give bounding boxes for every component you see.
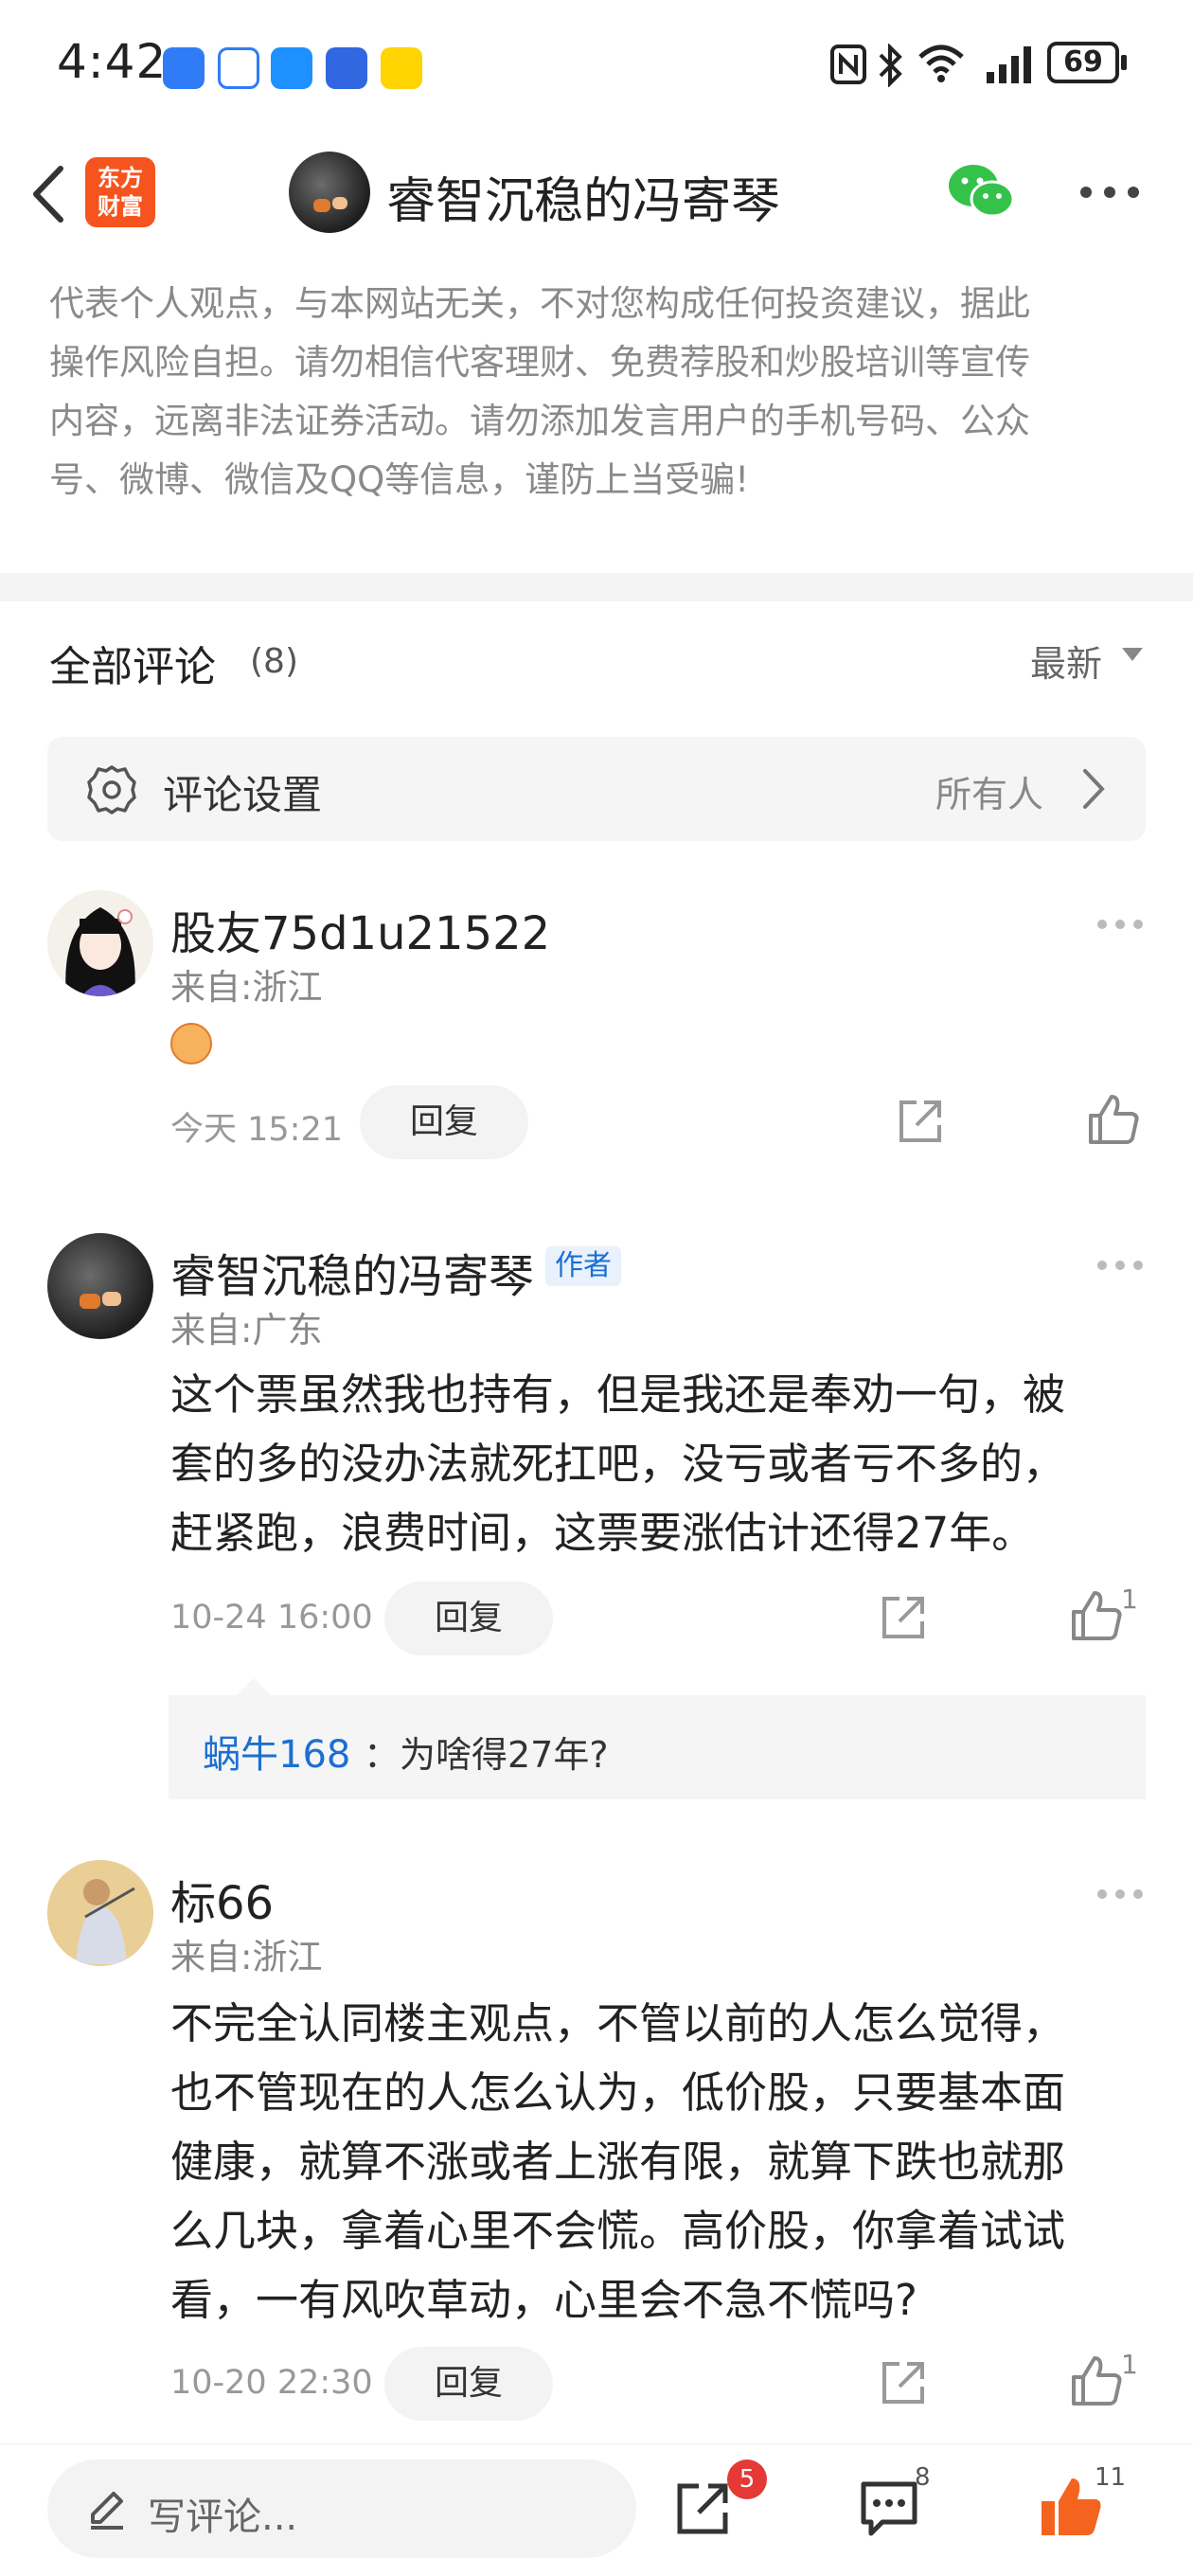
thumbs-up-icon[interactable] xyxy=(1085,1091,1142,1148)
clock: 4:42 xyxy=(57,34,168,89)
comment-settings-label: 评论设置 xyxy=(163,772,323,818)
comment-body: 这个票虽然我也持有，但是我还是奉劝一句，被 套的多的没办法就死扛吧，没亏或者亏不… xyxy=(170,1360,1136,1567)
comment-line: 健康，就算不涨或者上涨有限，就算下跌也就那 xyxy=(170,2137,1066,2187)
signal-icon xyxy=(987,46,1031,83)
comment-line: 赶紧跑，浪费时间，这票要涨估计还得27年。 xyxy=(170,1508,1035,1558)
user-location: 来自:浙江 xyxy=(170,1937,323,1977)
write-comment-input[interactable]: 写评论... xyxy=(47,2460,636,2558)
thumbs-up-icon[interactable] xyxy=(1068,1587,1125,1644)
gear-icon xyxy=(87,765,136,814)
comment-time: 10-20 22:30 xyxy=(170,2364,373,2402)
comment-settings-value: 所有人 xyxy=(935,774,1044,815)
sub-reply-author[interactable]: 蜗牛168 xyxy=(203,1724,350,1779)
disclaimer-line: 操作风险自担。请勿相信代客理财、免费荐股和炒股培训等宣传 xyxy=(49,342,1030,383)
subreply-notch xyxy=(237,1678,271,1695)
comment-icon[interactable] xyxy=(858,2478,920,2539)
more-options-icon[interactable] xyxy=(1096,919,1144,930)
sub-reply-text: ：为啥得27年? xyxy=(364,1734,609,1776)
sort-caret-icon[interactable] xyxy=(1122,648,1143,661)
comment-line: 不完全认同楼主观点，不管以前的人怎么觉得， xyxy=(170,1998,1066,2048)
comment-line: 也不管现在的人怎么认为，低价股，只要基本面 xyxy=(170,2067,1066,2118)
comment-time: 今天 15:21 xyxy=(170,1111,343,1149)
like-count: 1 xyxy=(1121,1583,1138,1615)
comment-settings-row[interactable]: 评论设置 所有人 xyxy=(47,737,1146,841)
logo-line2: 财富 xyxy=(98,193,143,220)
user-name[interactable]: 标66 xyxy=(170,1866,274,1932)
disclaimer-line: 代表个人观点，与本网站无关，不对您构成任何投资建议，据此 xyxy=(49,283,1030,324)
reply-button[interactable]: 回复 xyxy=(384,1582,553,1655)
comment-line: 套的多的没办法就死扛吧，没亏或者亏不多的， xyxy=(170,1439,1066,1489)
sort-dropdown[interactable]: 最新 xyxy=(1030,635,1102,687)
sub-reply[interactable]: 蜗牛168 ：为啥得27年? xyxy=(169,1695,1146,1799)
disclaimer-line: 号、微博、微信及QQ等信息，谨防上当受骗! xyxy=(49,459,750,500)
more-options-icon[interactable] xyxy=(1079,186,1140,199)
more-options-icon[interactable] xyxy=(1096,1888,1144,1900)
thumbs-up-icon[interactable] xyxy=(1068,2352,1125,2409)
author-badge: 作者 xyxy=(545,1246,621,1286)
like-count: 1 xyxy=(1121,2349,1138,2380)
battery-level: 69 xyxy=(1063,45,1103,79)
share-icon[interactable] xyxy=(877,1591,930,1644)
comments-count: (8) xyxy=(250,642,298,681)
comment-count: 8 xyxy=(915,2463,931,2492)
share-badge: 5 xyxy=(727,2460,767,2499)
nav-bar: 东方 财富 睿智沉稳的冯寄琴 xyxy=(0,133,1193,256)
anime-girl-avatar-icon xyxy=(65,907,135,996)
pencil-icon xyxy=(91,2492,123,2530)
disclaimer-line: 内容，远离非法证券活动。请勿添加发言用户的手机号码、公众 xyxy=(49,401,1030,441)
message-icon xyxy=(271,47,312,89)
user-location: 来自:广东 xyxy=(170,1310,323,1351)
gamebox-icon xyxy=(381,47,422,89)
more-options-icon[interactable] xyxy=(1096,1260,1144,1271)
baidu-icon xyxy=(218,47,259,89)
user-avatar[interactable] xyxy=(47,1233,153,1339)
eastmoney-logo[interactable]: 东方 财富 xyxy=(85,157,155,227)
comment-line: 么几块，拿着心里不会慌。高价股，你拿着试试 xyxy=(170,2206,1066,2256)
shield-icon xyxy=(326,47,367,89)
user-name[interactable]: 睿智沉稳的冯寄琴 xyxy=(170,1239,534,1305)
risk-disclaimer: 代表个人观点，与本网站无关，不对您构成任何投资建议，据此 操作风险自担。请勿相信… xyxy=(49,275,1148,510)
share-icon[interactable] xyxy=(877,2356,930,2409)
reply-button[interactable]: 回复 xyxy=(384,2347,553,2421)
nfc-icon xyxy=(830,45,866,84)
battery-tip xyxy=(1121,55,1127,70)
chevron-right-icon xyxy=(1083,769,1105,809)
user-location: 来自:浙江 xyxy=(170,967,323,1008)
share-icon[interactable] xyxy=(894,1095,947,1148)
comment-body: 不完全认同楼主观点，不管以前的人怎么觉得， 也不管现在的人怎么认为，低价股，只要… xyxy=(170,1989,1136,2334)
share-icon[interactable] xyxy=(672,2478,733,2539)
status-bar: 4:42 69 xyxy=(0,0,1193,133)
comment-line: 看，一有风吹草动，心里会不急不慌吗? xyxy=(170,2275,917,2325)
user-avatar[interactable] xyxy=(47,890,153,996)
worried-face-emoji-icon xyxy=(170,1023,212,1064)
page-title[interactable]: 睿智沉稳的冯寄琴 xyxy=(386,161,780,232)
sage-figure-avatar-icon xyxy=(47,1860,153,1966)
wifi-icon xyxy=(918,45,964,82)
author-avatar[interactable] xyxy=(289,152,370,233)
write-comment-placeholder: 写评论... xyxy=(148,2496,298,2539)
bluetooth-icon xyxy=(879,44,902,87)
user-name[interactable]: 股友75d1u21522 xyxy=(170,896,550,962)
section-divider xyxy=(0,573,1193,601)
user-avatar[interactable] xyxy=(47,1860,153,1966)
like-count: 11 xyxy=(1095,2463,1127,2492)
reply-button[interactable]: 回复 xyxy=(360,1085,528,1159)
bottom-action-bar: 写评论... 5 8 11 xyxy=(0,2443,1193,2576)
back-icon[interactable] xyxy=(23,161,80,227)
logo-line1: 东方 xyxy=(98,165,143,191)
k-icon xyxy=(163,47,205,89)
wechat-share-icon[interactable] xyxy=(947,161,1017,224)
comments-title: 全部评论 xyxy=(49,643,216,691)
comment-time: 10-24 16:00 xyxy=(170,1599,373,1637)
comment-line: 这个票虽然我也持有，但是我还是奉劝一句，被 xyxy=(170,1369,1066,1420)
battery-icon: 69 xyxy=(1047,42,1119,83)
